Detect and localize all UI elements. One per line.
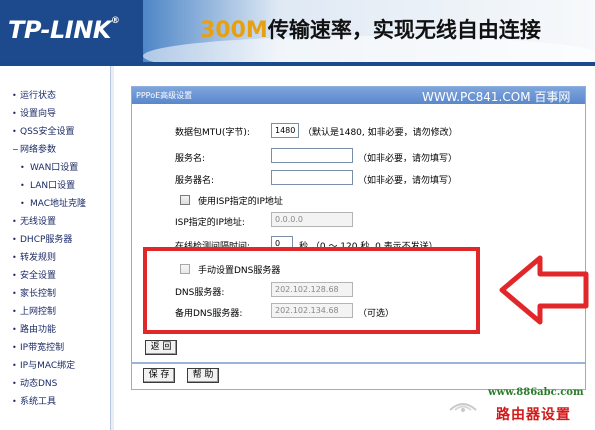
sidebar-item-label: IP带宽控制	[20, 343, 65, 353]
banner-slogan: 300M传输速率，实现无线自由连接	[200, 18, 541, 43]
server-name-label: 服务器名:	[175, 176, 215, 186]
bullet-icon: •	[12, 271, 17, 280]
bullet-icon: •	[12, 253, 17, 262]
service-name-input[interactable]	[271, 148, 353, 163]
site-name: 路由器设置	[496, 407, 571, 423]
sidebar-item-label: 转发规则	[20, 253, 57, 263]
bullet-icon: •	[12, 397, 17, 406]
bullet-icon: •	[12, 361, 17, 370]
isp-ip-input[interactable]: 0.0.0.0	[271, 212, 353, 227]
sidebar-item[interactable]: • 动态DNS	[12, 375, 86, 393]
help-button[interactable]: 帮 助	[187, 368, 219, 383]
service-name-label: 服务名:	[175, 154, 206, 164]
bullet-icon: •	[20, 163, 25, 172]
bullet-icon: •	[20, 199, 25, 208]
panel-title-bar: PPPoE高级设置 WWW.PC841.COM 百事网	[132, 87, 585, 104]
server-name-hint: （如非必要，请勿填写）	[358, 176, 458, 186]
bullet-icon: •	[12, 235, 17, 244]
bullet-icon: •	[20, 181, 25, 190]
expanded-dash-icon: −	[12, 145, 19, 154]
sidebar-item-label: 网络参数	[20, 145, 57, 155]
logo-area: TP-LINK®	[0, 0, 143, 62]
sidebar-item-label: LAN口设置	[30, 181, 76, 191]
sidebar-item[interactable]: • 设置向导	[12, 105, 86, 123]
sidebar-item[interactable]: • 运行状态	[12, 87, 86, 105]
bullet-icon: •	[12, 379, 17, 388]
bullet-icon: •	[12, 217, 17, 226]
sidebar-item[interactable]: • 安全设置	[12, 267, 86, 285]
sidebar-item-label: 路由功能	[20, 325, 57, 335]
sidebar-item-label: 家长控制	[20, 289, 57, 299]
sidebar-item[interactable]: • MAC地址克隆	[12, 195, 86, 213]
server-name-input[interactable]	[271, 170, 353, 185]
sidebar-item[interactable]: • LAN口设置	[12, 177, 86, 195]
sidebar-item-label: 动态DNS	[20, 379, 58, 389]
sidebar-item-label: 无线设置	[20, 217, 57, 227]
sidebar-item-label: 运行状态	[20, 91, 57, 101]
sidebar-item[interactable]: • 家长控制	[12, 285, 86, 303]
sidebar-item[interactable]: • DHCP服务器	[12, 231, 86, 249]
sidebar-item[interactable]: • 路由功能	[12, 321, 86, 339]
header-banner: TP-LINK® 300M传输速率，实现无线自由连接	[0, 0, 595, 62]
sidebar-item[interactable]: −网络参数	[12, 141, 86, 159]
sidebar-menu: • 运行状态 • 设置向导 • QSS安全设置 −网络参数 • WAN口设置 • LAN口设置 • MA…	[12, 87, 86, 411]
use-isp-ip-label: 使用ISP指定的IP地址	[198, 197, 283, 207]
left-arrow-icon	[499, 255, 589, 325]
use-isp-ip-checkbox[interactable]	[180, 195, 190, 205]
sidebar-item-label: MAC地址克隆	[30, 199, 87, 209]
sidebar-item-label: 安全设置	[20, 271, 57, 281]
sidebar-item[interactable]: • 转发规则	[12, 249, 86, 267]
sidebar-item-label: QSS安全设置	[20, 127, 75, 137]
mtu-input[interactable]: 1480	[271, 123, 299, 138]
sidebar-item[interactable]: • 系统工具	[12, 393, 86, 411]
button-divider	[131, 362, 585, 364]
sidebar-item[interactable]: • IP带宽控制	[12, 339, 86, 357]
sidebar: • 运行状态 • 设置向导 • QSS安全设置 −网络参数 • WAN口设置 • LAN口设置 • MA…	[0, 66, 110, 430]
service-name-hint: （如非必要，请勿填写）	[358, 154, 458, 164]
watermark-text: WWW.PC841.COM 百事网	[422, 90, 571, 104]
sidebar-item[interactable]: • QSS安全设置	[12, 123, 86, 141]
tp-link-logo: TP-LINK®	[8, 16, 120, 44]
bullet-icon: •	[12, 325, 17, 334]
sidebar-item-label: 上网控制	[20, 307, 57, 317]
sidebar-item-label: 设置向导	[20, 109, 57, 119]
sidebar-item[interactable]: • 上网控制	[12, 303, 86, 321]
site-logo-icon	[449, 403, 477, 412]
bullet-icon: •	[12, 109, 17, 118]
back-button[interactable]: 返 回	[145, 340, 177, 355]
bullet-icon: •	[12, 127, 17, 136]
panel-title: PPPoE高级设置	[136, 91, 193, 100]
dns-highlight-box	[143, 247, 480, 334]
mtu-hint: （默认是1480, 如非必要，请勿修改）	[303, 128, 458, 138]
site-url: www.886abc.com	[488, 387, 584, 398]
sidebar-item[interactable]: • IP与MAC绑定	[12, 357, 86, 375]
sidebar-item[interactable]: • 无线设置	[12, 213, 86, 231]
bullet-icon: •	[12, 307, 17, 316]
sidebar-item[interactable]: • WAN口设置	[12, 159, 86, 177]
bullet-icon: •	[12, 289, 17, 298]
bullet-icon: •	[12, 343, 17, 352]
mtu-label: 数据包MTU(字节):	[175, 128, 250, 138]
save-button[interactable]: 保 存	[143, 368, 175, 383]
sidebar-item-label: IP与MAC绑定	[20, 361, 76, 371]
sidebar-item-label: DHCP服务器	[20, 235, 73, 245]
bullet-icon: •	[12, 91, 17, 100]
isp-ip-label: ISP指定的IP地址:	[175, 218, 245, 228]
sidebar-item-label: 系统工具	[20, 397, 57, 407]
sidebar-item-label: WAN口设置	[30, 163, 79, 173]
